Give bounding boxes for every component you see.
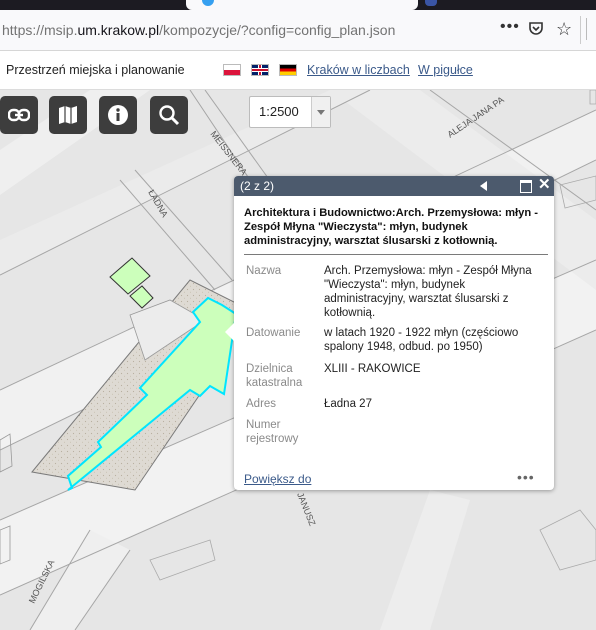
popup-divider	[244, 254, 548, 255]
url-prefix: https://msip.	[2, 22, 78, 38]
close-icon[interactable]: ✕	[538, 177, 551, 193]
site-title: Przestrzeń miejska i planowanie	[6, 63, 185, 77]
chevron-down-icon[interactable]	[311, 97, 330, 127]
search-icon	[159, 105, 180, 126]
toolbar-separator	[580, 16, 581, 44]
popup-title: Architektura i Budownictwo:Arch. Przemys…	[244, 207, 539, 247]
popup-header: (2 z 2) ✕	[234, 176, 554, 196]
street-label-ladna: ŁADNA	[146, 188, 170, 219]
site-header: Przestrzeń miejska i planowanie Kraków w…	[0, 51, 596, 90]
krakow-in-numbers-link[interactable]: Kraków w liczbach	[307, 63, 410, 77]
maximize-icon[interactable]	[520, 180, 532, 193]
field-value-nazwa: Arch. Przemysłowa: młyn - Zespół Młyna "…	[324, 265, 532, 319]
field-label-adres: Adres	[246, 398, 277, 410]
de-flag-icon[interactable]	[279, 64, 297, 76]
zoom-to-link[interactable]: Powiększ do	[244, 472, 311, 486]
field-value-adres: Ładna 27	[324, 398, 372, 410]
share-link-button[interactable]	[0, 96, 38, 134]
pocket-icon[interactable]	[528, 20, 544, 36]
scale-value: 1:2500	[259, 104, 299, 119]
overflow-toolbar[interactable]	[586, 18, 596, 40]
url-domain: um.krakow.pl	[77, 22, 160, 38]
uk-flag-icon[interactable]	[251, 64, 269, 76]
active-tab[interactable]	[186, 0, 418, 10]
tab-favicon-2[interactable]	[425, 0, 437, 6]
popup-counter: (2 z 2)	[240, 179, 275, 193]
link-icon	[8, 108, 30, 122]
feature-popup: (2 z 2) ✕ Architektura i Budownictwo:Arc…	[225, 176, 554, 490]
field-label-nazwa: Nazwa	[246, 265, 282, 277]
field-value-dzielnica: XLIII - RAKOWICE	[324, 363, 421, 375]
street-label-aleja: ALEJA JANA PA	[446, 95, 506, 140]
field-label-numer: Numer rejestrowy	[246, 419, 299, 445]
popup-pointer	[225, 322, 235, 342]
scale-select[interactable]: 1:2500	[249, 96, 331, 128]
address-bar[interactable]: https://msip.um.krakow.pl/kompozycje/?co…	[0, 10, 596, 51]
previous-feature-icon[interactable]	[480, 181, 487, 191]
more-actions-icon[interactable]: •••	[517, 469, 535, 485]
field-label-datowanie: Datowanie	[246, 327, 301, 339]
map-icon	[59, 106, 77, 124]
in-a-nutshell-link[interactable]: W pigułce	[418, 63, 473, 77]
bookmark-star-icon[interactable]: ☆	[556, 19, 572, 40]
browser-tab-strip	[0, 0, 596, 10]
street-label-meissnera: MEISSNERA	[208, 129, 249, 177]
pl-flag-icon[interactable]	[223, 64, 241, 76]
url-text[interactable]: https://msip.um.krakow.pl/kompozycje/?co…	[2, 22, 395, 38]
info-icon	[108, 105, 128, 125]
page-actions-icon[interactable]: •••	[500, 18, 520, 36]
street-label-mogilska: MOGILSKA	[27, 558, 57, 605]
info-button[interactable]	[99, 96, 137, 134]
street-label-janusz: JANUSZ	[295, 491, 318, 528]
base-map-button[interactable]	[49, 96, 87, 134]
field-value-datowanie: w latach 1920 - 1922 młyn (częściowo spa…	[324, 327, 519, 353]
url-suffix: /kompozycje/?config=config_plan.json	[159, 22, 396, 38]
search-button[interactable]	[150, 96, 188, 134]
field-label-dzielnica: Dzielnica katastralna	[246, 363, 303, 389]
